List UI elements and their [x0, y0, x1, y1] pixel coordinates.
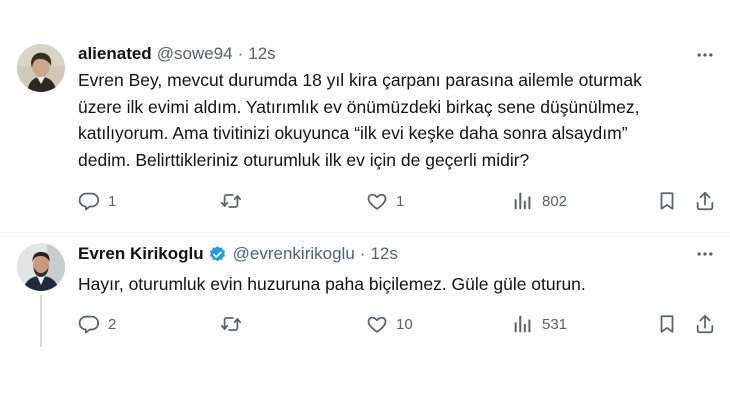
more-icon[interactable]: [694, 44, 716, 66]
share-icon: [696, 191, 714, 211]
author-name[interactable]: alienated: [78, 43, 152, 65]
views-icon: [514, 315, 531, 333]
like-count: 10: [396, 315, 413, 333]
tweet-text: Hayır, oturumluk evin huzuruna paha biçi…: [78, 274, 586, 294]
views-button[interactable]: 531: [512, 309, 567, 339]
retweet-button[interactable]: [220, 309, 250, 339]
reply-count: 2: [108, 315, 117, 333]
bookmark-icon: [660, 192, 674, 210]
share-button[interactable]: [694, 309, 716, 339]
reply-button[interactable]: 2: [78, 309, 116, 339]
more-icon[interactable]: [694, 243, 716, 265]
views-count: 531: [542, 315, 568, 333]
bookmark-icon: [660, 315, 674, 333]
retweet-button[interactable]: [220, 186, 250, 216]
like-button[interactable]: 1: [366, 186, 404, 216]
like-icon: [367, 193, 387, 210]
tweet-1-actions: 1 1 802: [78, 186, 718, 216]
views-count: 802: [542, 192, 568, 210]
reply-count: 1: [108, 192, 117, 210]
tweet-1-header: alienated @sowe94 · 12s: [78, 43, 276, 65]
share-button[interactable]: [694, 186, 716, 216]
tweet-time[interactable]: 12s: [248, 43, 275, 65]
thread-line: [40, 295, 42, 347]
like-icon: [367, 316, 387, 333]
bookmark-button[interactable]: [656, 186, 678, 216]
header-separator: ·: [237, 44, 244, 63]
reply-icon: [78, 192, 100, 211]
bookmark-button[interactable]: [656, 309, 678, 339]
verified-icon: [209, 245, 225, 261]
author-handle[interactable]: @sowe94: [157, 43, 233, 65]
like-button[interactable]: 10: [366, 309, 413, 339]
tweet-2-header: Evren Kirikoglu @evrenkirikoglu · 12s: [78, 243, 398, 265]
reply-icon: [78, 315, 100, 334]
retweet-icon: [220, 194, 242, 208]
views-button[interactable]: 802: [512, 186, 567, 216]
tweet-time[interactable]: 12s: [370, 243, 397, 265]
reply-button[interactable]: 1: [78, 186, 116, 216]
avatar-alienated[interactable]: [17, 44, 65, 92]
author-handle[interactable]: @evrenkirikoglu: [233, 243, 355, 265]
header-separator: ·: [359, 244, 366, 263]
author-name[interactable]: Evren Kirikoglu: [78, 243, 204, 265]
tweet-1[interactable]: alienated @sowe94 · 12s Evren Bey, mevcu…: [0, 0, 730, 232]
share-icon: [696, 314, 714, 334]
like-count: 1: [396, 192, 405, 210]
views-icon: [514, 192, 531, 210]
tweet-2-actions: 2 10 531: [78, 309, 718, 339]
tweet-2[interactable]: Evren Kirikoglu @evrenkirikoglu · 12s Ha…: [0, 233, 730, 420]
tweet-text: Evren Bey, mevcut durumda 18 yıl kira ça…: [78, 70, 642, 170]
avatar-evren-kirikoglu[interactable]: [17, 243, 65, 291]
retweet-icon: [220, 317, 242, 331]
